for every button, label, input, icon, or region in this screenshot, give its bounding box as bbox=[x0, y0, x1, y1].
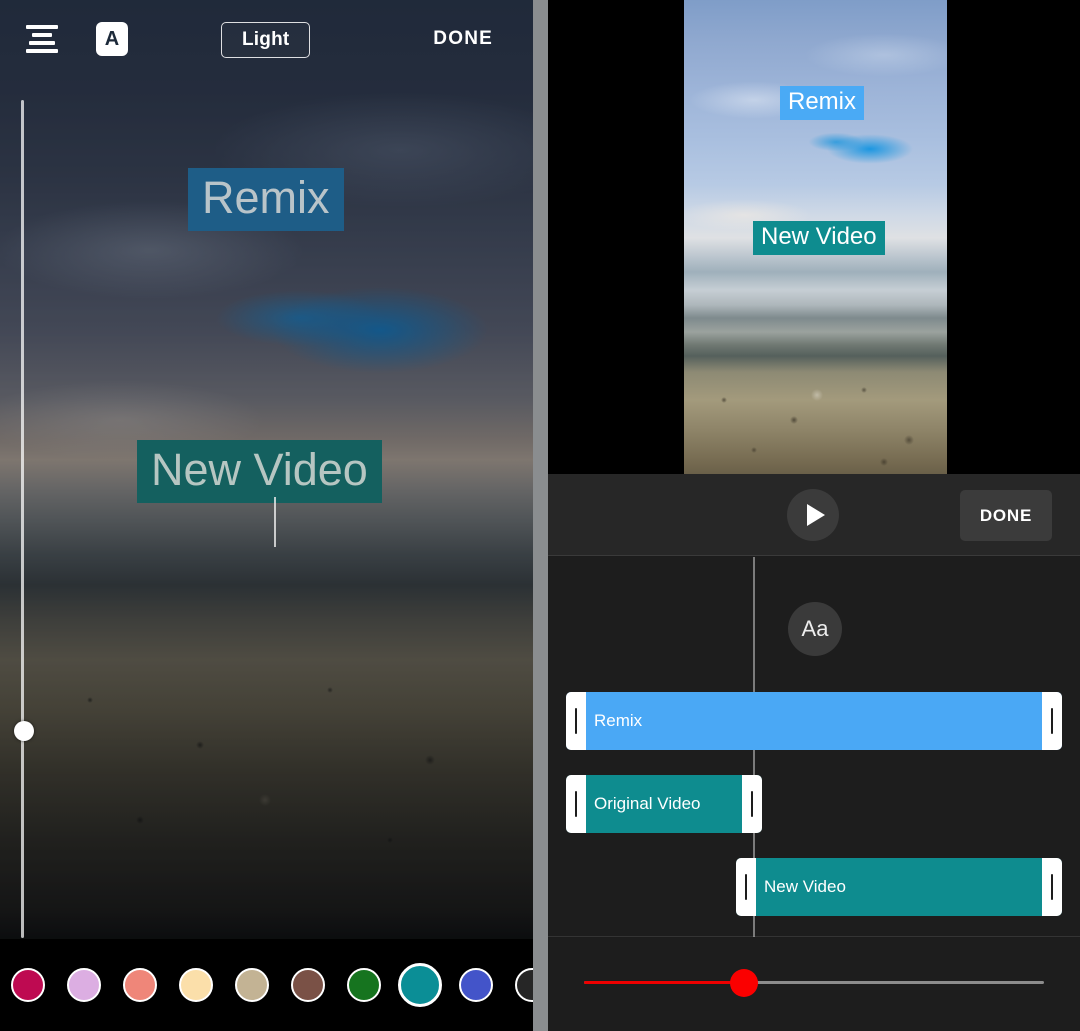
color-swatch-brown[interactable] bbox=[291, 968, 325, 1002]
timeline-tracks: Aa Remix Original Video New Video bbox=[548, 557, 1080, 937]
color-swatch-black[interactable] bbox=[515, 968, 533, 1002]
font-size-slider[interactable] bbox=[15, 100, 31, 938]
done-button[interactable]: DONE bbox=[433, 28, 493, 50]
color-swatch-wrap bbox=[448, 939, 504, 1031]
align-line bbox=[32, 33, 52, 37]
video-preview-stage: Remix New Video bbox=[548, 0, 1080, 474]
app-root: A Light DONE Remix New Video Remix New V… bbox=[0, 0, 1080, 1031]
progress-slider-fill bbox=[584, 981, 745, 984]
preview-text-new-video: New Video bbox=[753, 221, 885, 255]
align-line bbox=[26, 25, 58, 29]
color-swatch-wrap bbox=[0, 939, 56, 1031]
color-swatch-wrap bbox=[112, 939, 168, 1031]
text-caret bbox=[274, 497, 276, 547]
color-swatch-wrap bbox=[280, 939, 336, 1031]
add-text-button[interactable]: Aa bbox=[788, 602, 842, 656]
timeline-clip-new-video[interactable]: New Video bbox=[736, 858, 1062, 916]
trim-handle-left[interactable] bbox=[736, 858, 756, 916]
color-swatch-crimson[interactable] bbox=[11, 968, 45, 1002]
panel-divider bbox=[533, 0, 548, 1031]
trim-handle-left[interactable] bbox=[566, 775, 586, 833]
progress-slider-zone bbox=[548, 938, 1080, 1031]
color-swatch-wrap bbox=[168, 939, 224, 1031]
color-swatch-khaki[interactable] bbox=[235, 968, 269, 1002]
color-swatch-wrap bbox=[392, 939, 448, 1031]
font-size-slider-track bbox=[21, 100, 24, 938]
timeline-editor-panel: Remix New Video DONE Aa Remix Original V… bbox=[548, 0, 1080, 1031]
clip-label: New Video bbox=[764, 877, 846, 897]
progress-slider[interactable] bbox=[584, 965, 1044, 1003]
text-editor-panel: A Light DONE Remix New Video bbox=[0, 0, 533, 1031]
clip-label: Original Video bbox=[594, 794, 700, 814]
color-swatch-wrap bbox=[504, 939, 533, 1031]
color-palette bbox=[0, 939, 533, 1031]
color-swatch-wrap bbox=[56, 939, 112, 1031]
canvas-text-new-video[interactable]: New Video bbox=[137, 440, 382, 503]
color-swatch-forest-green[interactable] bbox=[347, 968, 381, 1002]
timeline-clip-original-video[interactable]: Original Video bbox=[566, 775, 762, 833]
color-swatch-indigo[interactable] bbox=[459, 968, 493, 1002]
playback-bar: DONE bbox=[548, 474, 1080, 556]
play-triangle bbox=[807, 504, 825, 526]
color-swatch-wrap bbox=[224, 939, 280, 1031]
text-align-center-icon[interactable] bbox=[25, 25, 59, 53]
text-style-button[interactable]: Light bbox=[221, 22, 310, 58]
trim-handle-left[interactable] bbox=[566, 692, 586, 750]
trim-handle-right[interactable] bbox=[742, 775, 762, 833]
trim-handle-right[interactable] bbox=[1042, 858, 1062, 916]
color-swatch-wrap bbox=[336, 939, 392, 1031]
align-line bbox=[26, 49, 58, 53]
preview-text-remix: Remix bbox=[780, 86, 864, 120]
timeline-clip-remix[interactable]: Remix bbox=[566, 692, 1062, 750]
text-editor-toolbar: A Light DONE bbox=[0, 0, 533, 78]
canvas-text-remix[interactable]: Remix bbox=[188, 168, 344, 231]
color-swatch-lilac[interactable] bbox=[67, 968, 101, 1002]
progress-slider-knob[interactable] bbox=[730, 969, 758, 997]
color-swatch-cream[interactable] bbox=[179, 968, 213, 1002]
video-frame-dim-overlay bbox=[0, 0, 533, 1031]
font-size-slider-knob[interactable] bbox=[14, 721, 34, 741]
video-preview[interactable]: Remix New Video bbox=[684, 0, 947, 474]
clip-label: Remix bbox=[594, 711, 642, 731]
play-icon[interactable] bbox=[787, 489, 839, 541]
align-line bbox=[29, 41, 55, 45]
timeline-done-button[interactable]: DONE bbox=[960, 490, 1052, 541]
font-button[interactable]: A bbox=[96, 22, 128, 56]
color-swatch-teal[interactable] bbox=[398, 963, 442, 1007]
trim-handle-right[interactable] bbox=[1042, 692, 1062, 750]
color-swatch-salmon[interactable] bbox=[123, 968, 157, 1002]
